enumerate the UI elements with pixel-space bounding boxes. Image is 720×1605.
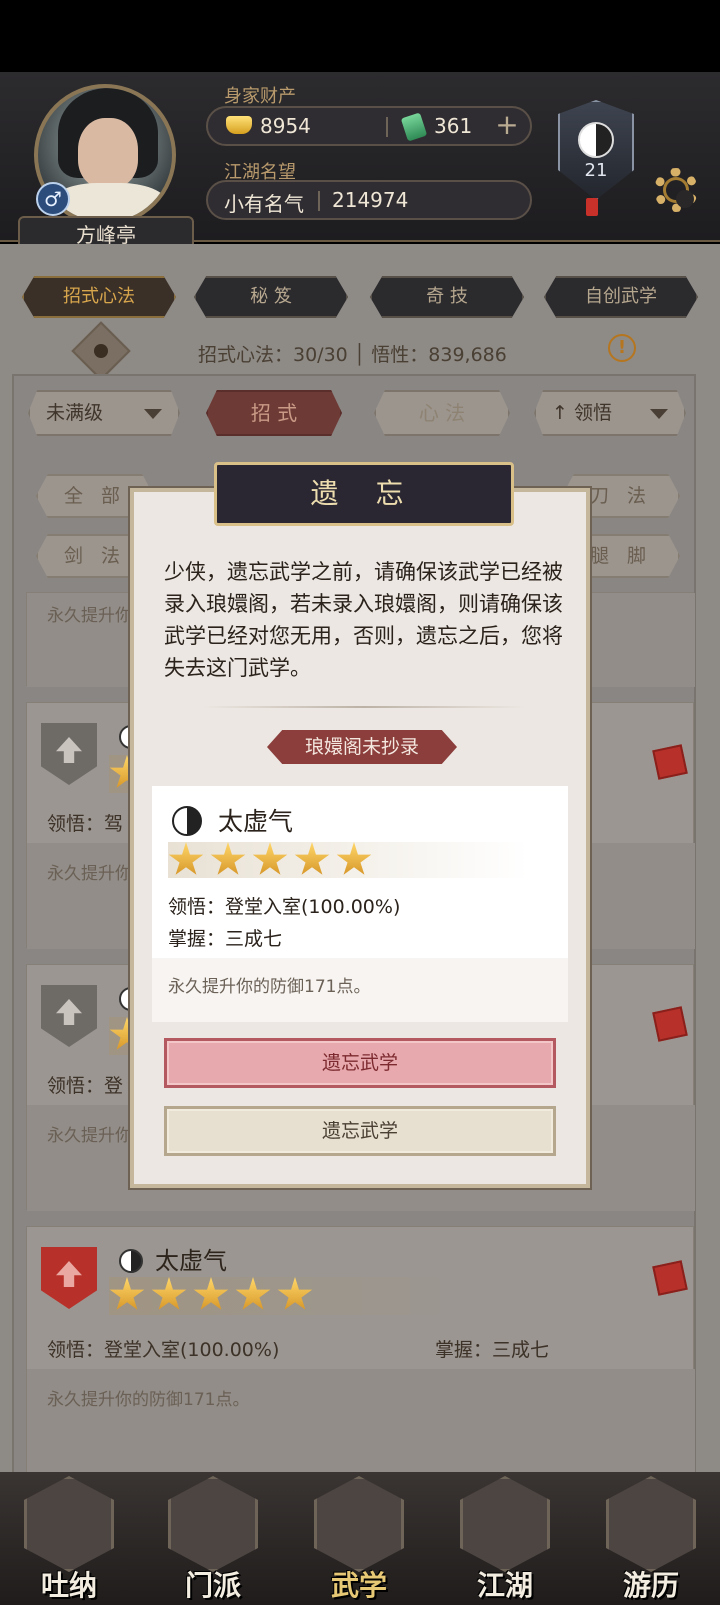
star-icon xyxy=(168,842,204,875)
ornament-divider xyxy=(204,706,524,708)
skill-effect: 永久提升你的防御171点。 xyxy=(168,977,371,997)
skill-detail-card: 太虚气 领悟：登堂入室(100.00%) 掌握：三成七 永久提升你的防御171点… xyxy=(152,786,568,1022)
skill-comprehension: 领悟：登堂入室(100.00%) xyxy=(168,896,401,918)
star-icon xyxy=(210,842,246,875)
dialog-title: 遗 忘 xyxy=(214,462,514,526)
forget-dialog: 遗 忘 少侠，遗忘武学之前，请确保该武学已经被录入琅嬛阁，若未录入琅嬛阁，则请确… xyxy=(130,462,590,1188)
skill-mastery: 掌握：三成七 xyxy=(168,928,283,950)
not-copied-tag: 琅嬛阁未抄录 xyxy=(267,730,457,764)
skill-detail-top: 太虚气 领悟：登堂入室(100.00%) 掌握：三成七 xyxy=(152,786,568,958)
status-bar xyxy=(0,0,720,72)
star-icon xyxy=(294,842,330,875)
skill-name: 太虚气 xyxy=(218,807,294,836)
dialog-message: 少侠，遗忘武学之前，请确保该武学已经被录入琅嬛阁，若未录入琅嬛阁，则请确保该武学… xyxy=(164,560,563,680)
star-icon xyxy=(336,842,372,875)
star-icon xyxy=(252,842,288,875)
forget-skill-confirm-button[interactable]: 遗忘武学 xyxy=(164,1038,556,1088)
forget-skill-button[interactable]: 遗忘武学 xyxy=(164,1106,556,1156)
star-rating xyxy=(168,842,528,878)
yin-yang-icon xyxy=(172,806,202,836)
